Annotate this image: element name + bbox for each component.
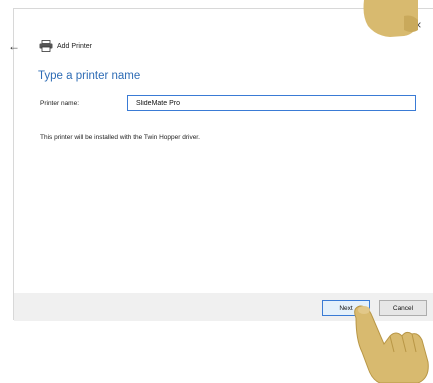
dialog-title-text: Add Printer — [57, 42, 93, 50]
hand-pointer-icon — [354, 305, 429, 383]
printer-name-input[interactable] — [127, 95, 416, 111]
driver-info-text: This printer will be installed with the … — [40, 134, 200, 141]
page-heading: Type a printer name — [38, 70, 141, 82]
dialog-title: Add Printer — [39, 39, 92, 53]
hand-pointer-icon — [363, 0, 418, 37]
printer-icon — [39, 40, 53, 52]
back-arrow-icon: ← — [8, 39, 20, 53]
add-printer-dialog: × ← Add Printer Type a printer name Prin… — [8, 8, 433, 321]
printer-name-label: Printer name: — [40, 100, 80, 107]
back-button[interactable]: ← — [7, 39, 21, 53]
